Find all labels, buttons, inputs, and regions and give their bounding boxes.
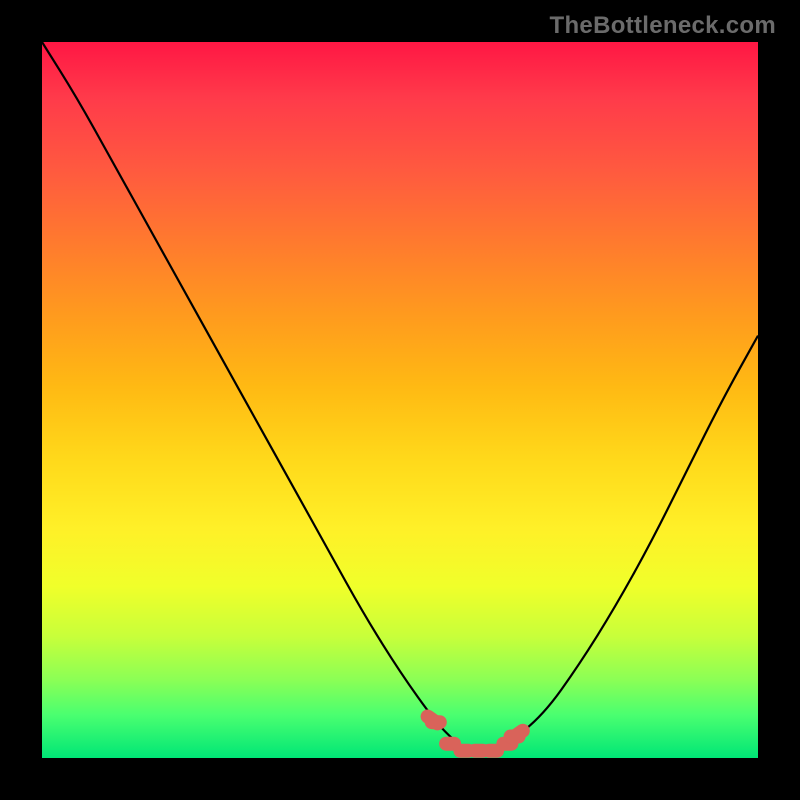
bottleneck-curve-path: [42, 42, 758, 751]
curve-layer: [42, 42, 758, 758]
chart-frame: TheBottleneck.com: [0, 0, 800, 800]
plot-area: [42, 42, 758, 758]
watermark-text: TheBottleneck.com: [550, 12, 776, 40]
bottleneck-curve: [42, 42, 758, 751]
optimal-range-markers: [418, 707, 533, 758]
